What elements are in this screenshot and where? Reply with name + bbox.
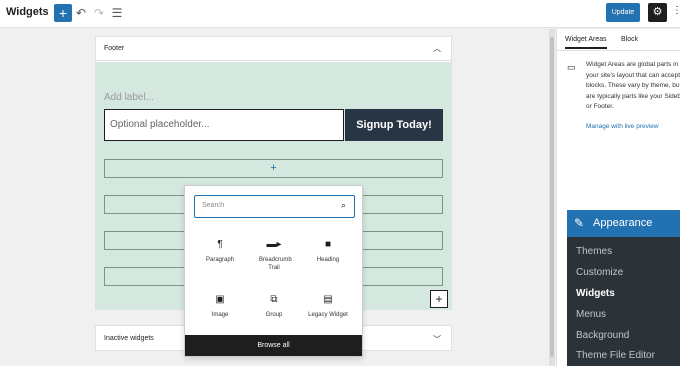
block-paragraph[interactable]: ¶ Paragraph [194, 238, 246, 264]
plus-icon[interactable]: + [105, 162, 442, 174]
canvas-scrollbar[interactable] [549, 29, 555, 366]
block-breadcrumb-trail[interactable]: ▬▸ Breadcrumb Trail [248, 238, 300, 272]
block-legacy-widget[interactable]: ▤ Legacy Widget [302, 293, 354, 319]
menu-item-themes[interactable]: Themes [576, 246, 612, 257]
group-icon: ⧉ [270, 294, 278, 305]
sidebar-tabs: Widget Areas Block [557, 29, 680, 51]
manage-live-preview-link[interactable]: Manage with live preview [586, 123, 659, 130]
placeholder-input[interactable]: Optional placeholder... [104, 109, 344, 141]
search-placeholder: Search [202, 202, 225, 209]
add-block-button[interactable]: + [54, 4, 72, 22]
block-search-input[interactable]: Search ⌕ [194, 195, 355, 218]
chevron-down-icon[interactable]: ﹀ [433, 334, 441, 345]
menu-item-menus[interactable]: Menus [576, 309, 606, 320]
search-icon: ⌕ [340, 200, 346, 210]
add-block-corner-button[interactable]: + [430, 290, 448, 308]
menu-item-theme-file-editor[interactable]: Theme File Editor [576, 350, 655, 361]
menu-item-background[interactable]: Background [576, 330, 629, 341]
description-line: Widget Areas are global parts in [586, 61, 679, 68]
form-label-field[interactable]: Add label... [104, 92, 154, 103]
paintbrush-icon: ✎ [574, 216, 585, 230]
block-label: Image [211, 312, 229, 318]
block-label: Paragraph [205, 257, 235, 263]
menu-item-widgets[interactable]: Widgets [576, 288, 615, 299]
description-line: or Footer. [586, 103, 614, 110]
editor-header: Widgets + ↶ ↷ ☰ Update ⚙ ⋮ [0, 0, 680, 28]
description-line: are typically parts like your Sideb [586, 92, 680, 100]
block-label: Heading [316, 257, 340, 263]
scrollbar-thumb[interactable] [550, 37, 554, 357]
block-label: Group [265, 312, 283, 318]
appearance-submenu: ✎ Appearance Themes Customize Widgets Me… [567, 210, 680, 366]
redo-icon[interactable]: ↷ [92, 5, 106, 21]
more-icon[interactable]: ⋮ [672, 5, 680, 16]
block-image[interactable]: ▣ Image [194, 293, 246, 319]
block-inserter-popover: Search ⌕ ¶ Paragraph ▬▸ Breadcrumb Trail… [184, 185, 363, 357]
widget-areas-description: Widget Areas are global parts in your si… [586, 60, 680, 113]
menu-appearance-label: Appearance [593, 217, 653, 229]
undo-icon[interactable]: ↶ [74, 5, 88, 21]
page-title: Widgets [6, 6, 49, 18]
block-appender[interactable]: + [104, 159, 443, 178]
inactive-area-title: Inactive widgets [104, 335, 154, 342]
widget-area-icon: ▭ [567, 62, 576, 72]
description-line: your site's layout that can accept [586, 71, 680, 79]
block-label: Legacy Widget [308, 312, 348, 318]
image-icon: ▣ [215, 294, 225, 305]
footer-area-header[interactable]: Footer ︿ [96, 37, 451, 61]
browse-all-button[interactable]: Browse all [185, 335, 362, 356]
block-heading[interactable]: ■ Heading [302, 238, 354, 264]
tab-widget-areas[interactable]: Widget Areas [565, 36, 607, 49]
description-line: blocks. These vary by theme, but [586, 82, 680, 89]
chevron-up-icon[interactable]: ︿ [433, 43, 441, 54]
heading-icon: ■ [324, 239, 332, 250]
list-view-icon[interactable]: ☰ [110, 5, 124, 21]
menu-appearance[interactable]: ✎ Appearance [567, 210, 680, 237]
block-label: Breadcrumb Trail [259, 257, 292, 271]
menu-item-customize[interactable]: Customize [576, 267, 623, 278]
block-group[interactable]: ⧉ Group [248, 293, 300, 319]
footer-area-title: Footer [104, 45, 125, 52]
gear-icon[interactable]: ⚙ [648, 3, 667, 22]
legacy-widget-icon: ▤ [323, 294, 333, 305]
update-button[interactable]: Update [606, 3, 640, 22]
breadcrumb-icon: ▬▸ [266, 239, 282, 250]
paragraph-icon: ¶ [217, 239, 223, 250]
signup-button[interactable]: Signup Today! [345, 109, 443, 141]
tab-block[interactable]: Block [621, 36, 638, 43]
